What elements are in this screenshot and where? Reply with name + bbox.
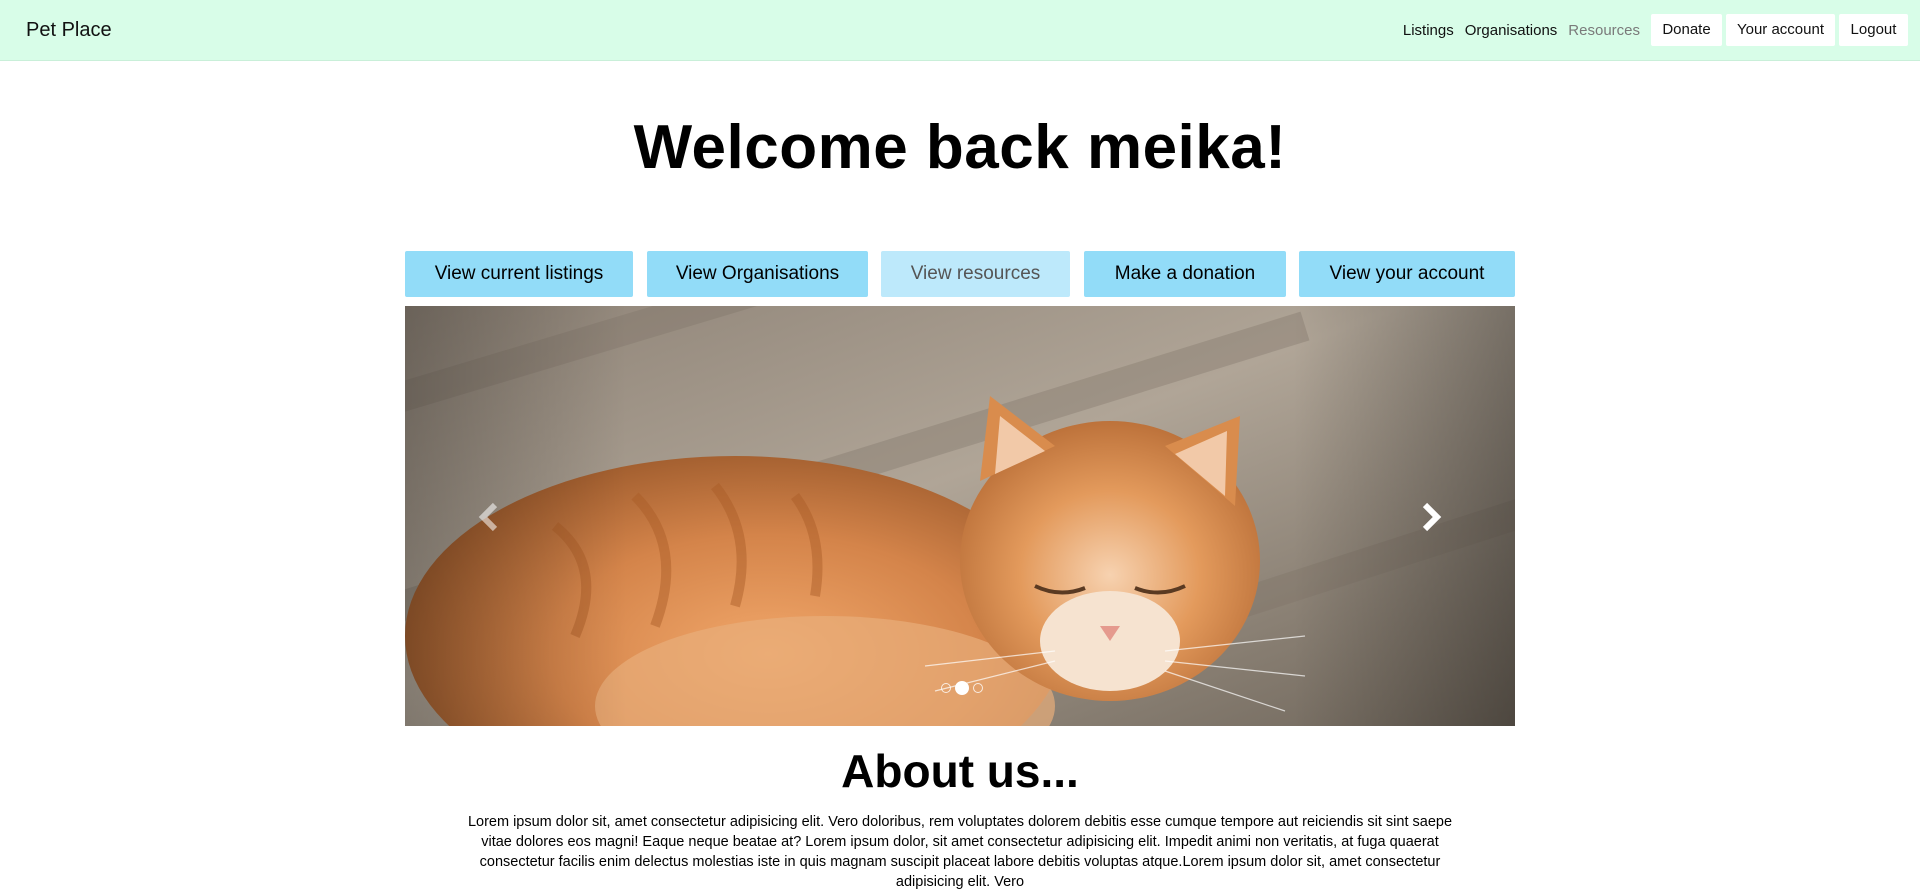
view-resources-button[interactable]: View resources [881, 251, 1070, 297]
view-account-button[interactable]: View your account [1299, 251, 1515, 297]
nav-link-listings[interactable]: Listings [1403, 22, 1454, 39]
carousel-prev-button[interactable] [471, 499, 507, 535]
view-listings-button[interactable]: View current listings [405, 251, 633, 297]
about-heading: About us... [841, 745, 1079, 797]
nav-link-organisations[interactable]: Organisations [1465, 22, 1558, 39]
carousel-dot-2[interactable] [955, 681, 969, 695]
nav-menu: Listings Organisations Resources Donate … [1403, 14, 1908, 46]
brand-logo[interactable]: Pet Place [26, 19, 112, 42]
carousel-dot-3[interactable] [973, 683, 983, 693]
chevron-left-icon [478, 502, 498, 532]
cat-photo [405, 306, 1515, 726]
nav-link-resources[interactable]: Resources [1568, 22, 1640, 39]
welcome-heading: Welcome back meika! [633, 113, 1287, 182]
image-carousel [405, 306, 1515, 726]
carousel-indicators [939, 681, 985, 695]
carousel-dot-1[interactable] [941, 683, 951, 693]
make-donation-button[interactable]: Make a donation [1084, 251, 1286, 297]
about-paragraph: Lorem ipsum dolor sit, amet consectetur … [467, 814, 1453, 890]
logout-button[interactable]: Logout [1839, 14, 1908, 46]
chevron-right-icon [1422, 502, 1442, 532]
your-account-button[interactable]: Your account [1726, 14, 1835, 46]
top-navbar: Pet Place Listings Organisations Resourc… [0, 0, 1920, 61]
donate-button[interactable]: Donate [1651, 14, 1722, 46]
carousel-next-button[interactable] [1413, 499, 1449, 535]
view-organisations-button[interactable]: View Organisations [647, 251, 868, 297]
